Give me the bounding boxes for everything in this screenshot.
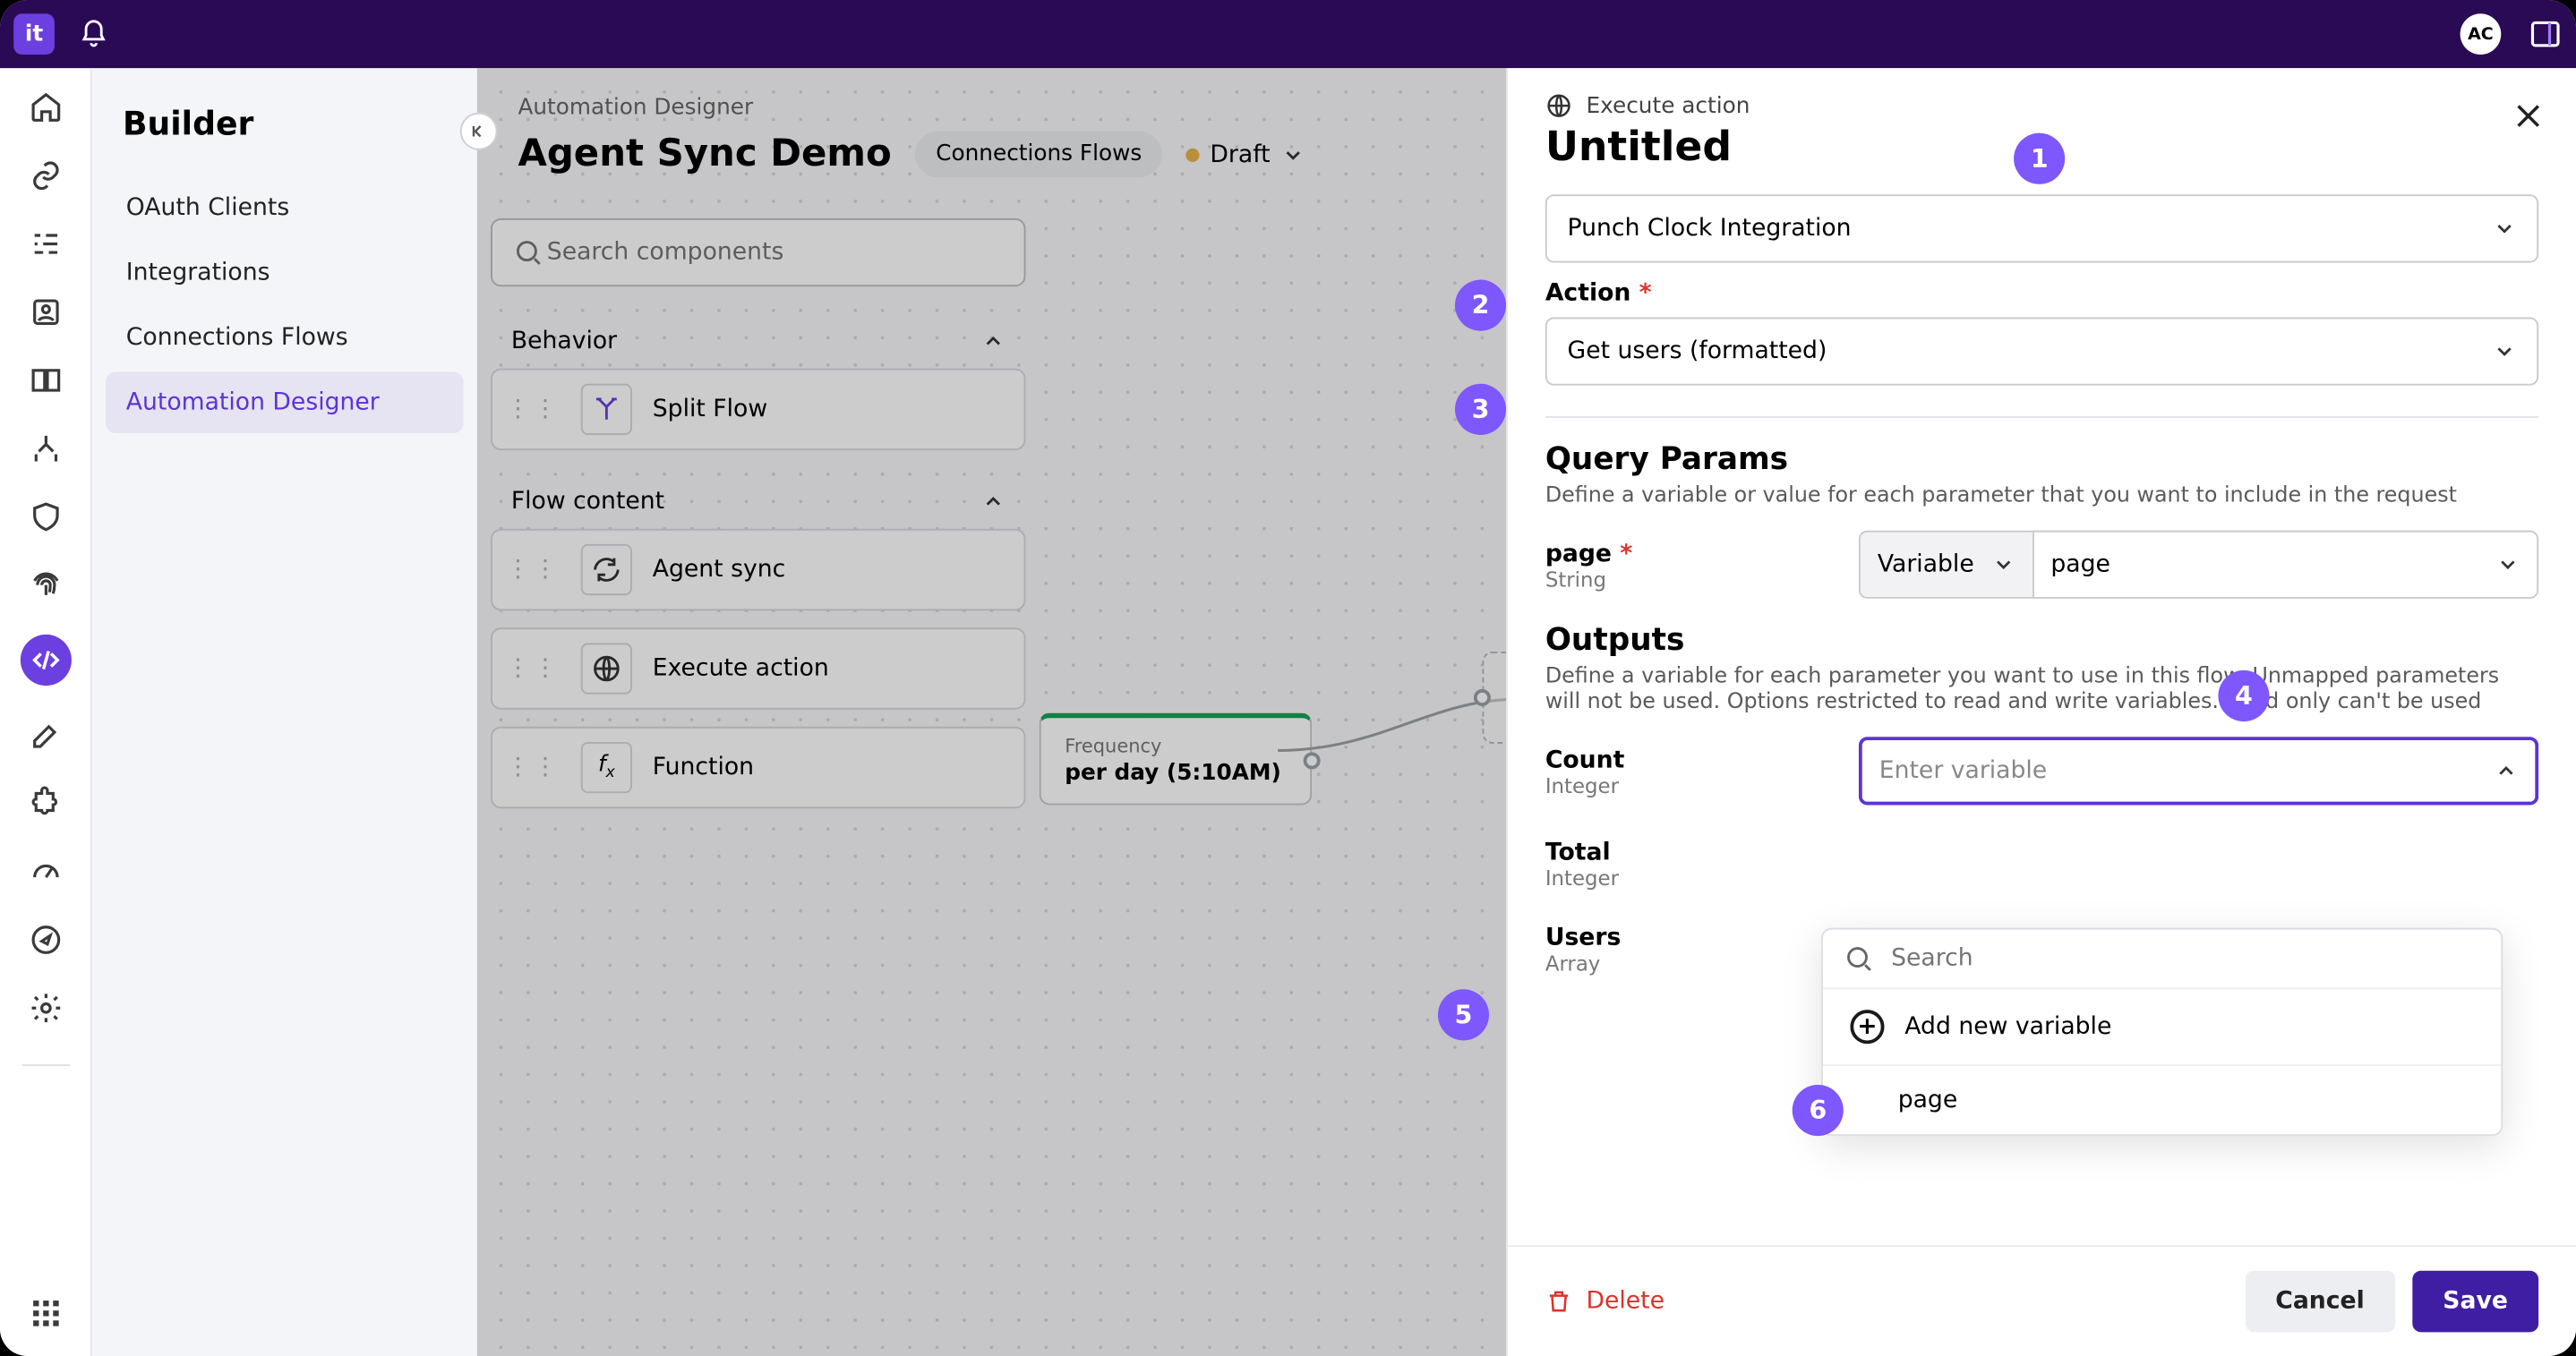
chevron-up-icon [2495,759,2519,783]
rail-home-icon[interactable] [26,89,64,126]
rail-compass-icon[interactable] [26,921,64,959]
sidebar-title: Builder [123,106,447,143]
rail-gauge-icon[interactable] [26,853,64,891]
annotation-badge-3: 3 [1455,384,1506,435]
topbar: it AC [0,0,2576,68]
rail-book-icon[interactable] [26,362,64,399]
sidebar: Builder OAuth Clients Integrations Conne… [92,68,477,1356]
close-icon [2512,99,2546,133]
panel-kicker: Execute action [1586,93,1750,119]
output-count: Count Integer Enter variable [1545,737,2538,805]
rail-puzzle-icon[interactable] [26,785,64,823]
output-total: Total Integer [1545,829,2538,891]
rail-link-icon[interactable] [26,157,64,194]
globe-icon [1545,92,1572,119]
outputs-section-title: Outputs [1545,623,2538,659]
plus-icon: + [1850,1010,1884,1044]
trash-icon [1545,1288,1572,1315]
output-count-variable-select[interactable]: Enter variable [1859,737,2538,805]
save-button[interactable]: Save [2412,1271,2538,1333]
param-mode-select[interactable]: Variable [1859,531,2032,599]
config-panel: Execute action Untitled Punch Clock Inte… [1506,68,2576,1356]
action-select[interactable]: Get users (formatted) [1545,317,2538,385]
rail-list-icon[interactable] [26,226,64,263]
annotation-badge-5: 5 [1438,989,1489,1040]
annotation-badge-1: 1 [2014,133,2065,184]
rail-fingerprint-icon[interactable] [26,567,64,604]
cancel-button[interactable]: Cancel [2245,1271,2395,1333]
annotation-badge-2: 2 [1455,280,1506,331]
rail-shield-icon[interactable] [26,498,64,535]
chevron-down-icon [2493,217,2517,241]
query-section-title: Query Params [1545,442,2538,478]
rail-branch-icon[interactable] [26,430,64,467]
icon-rail [0,68,92,1356]
sidebar-item-automation[interactable]: Automation Designer [106,371,464,433]
annotation-badge-4: 4 [2218,670,2269,721]
dropdown-add-new[interactable]: + Add new variable [1823,989,2501,1064]
rail-user-icon[interactable] [26,294,64,331]
query-param-page: page * String Variable page [1545,531,2538,599]
panel-toggle-icon[interactable] [2529,17,2563,51]
sidebar-collapse-button[interactable] [460,113,498,150]
annotation-badge-6: 6 [1793,1085,1844,1136]
avatar[interactable]: AC [2460,13,2502,55]
rail-edit-icon[interactable] [26,716,64,754]
chevron-down-icon [2496,552,2520,576]
query-section-desc: Define a variable or value for each para… [1545,481,2538,507]
app-logo[interactable]: it [13,13,55,55]
delete-button[interactable]: Delete [1545,1288,1665,1315]
rail-code-icon[interactable] [20,635,71,686]
connection-select[interactable]: Punch Clock Integration [1545,194,2538,262]
rail-gear-icon[interactable] [26,989,64,1027]
dropdown-option-page[interactable]: page [1823,1066,2501,1134]
dropdown-search-input[interactable] [1887,943,2480,974]
outputs-section-desc: Define a variable for each parameter you… [1545,661,2538,712]
param-value-select[interactable]: page [2032,531,2538,599]
close-button[interactable] [2512,99,2546,133]
chevron-down-icon [1991,552,2015,576]
sidebar-item-oauth[interactable]: OAuth Clients [106,177,464,239]
dropdown-search[interactable] [1823,930,2501,990]
rail-apps-icon[interactable] [26,1294,64,1332]
sidebar-item-connections[interactable]: Connections Flows [106,307,464,369]
bell-icon[interactable] [79,19,109,49]
search-icon [1844,943,1874,974]
action-label: Action * [1545,280,2538,307]
chevron-down-icon [2493,339,2517,363]
variable-dropdown: + Add new variable page [1821,928,2503,1136]
sidebar-item-integrations[interactable]: Integrations [106,243,464,304]
